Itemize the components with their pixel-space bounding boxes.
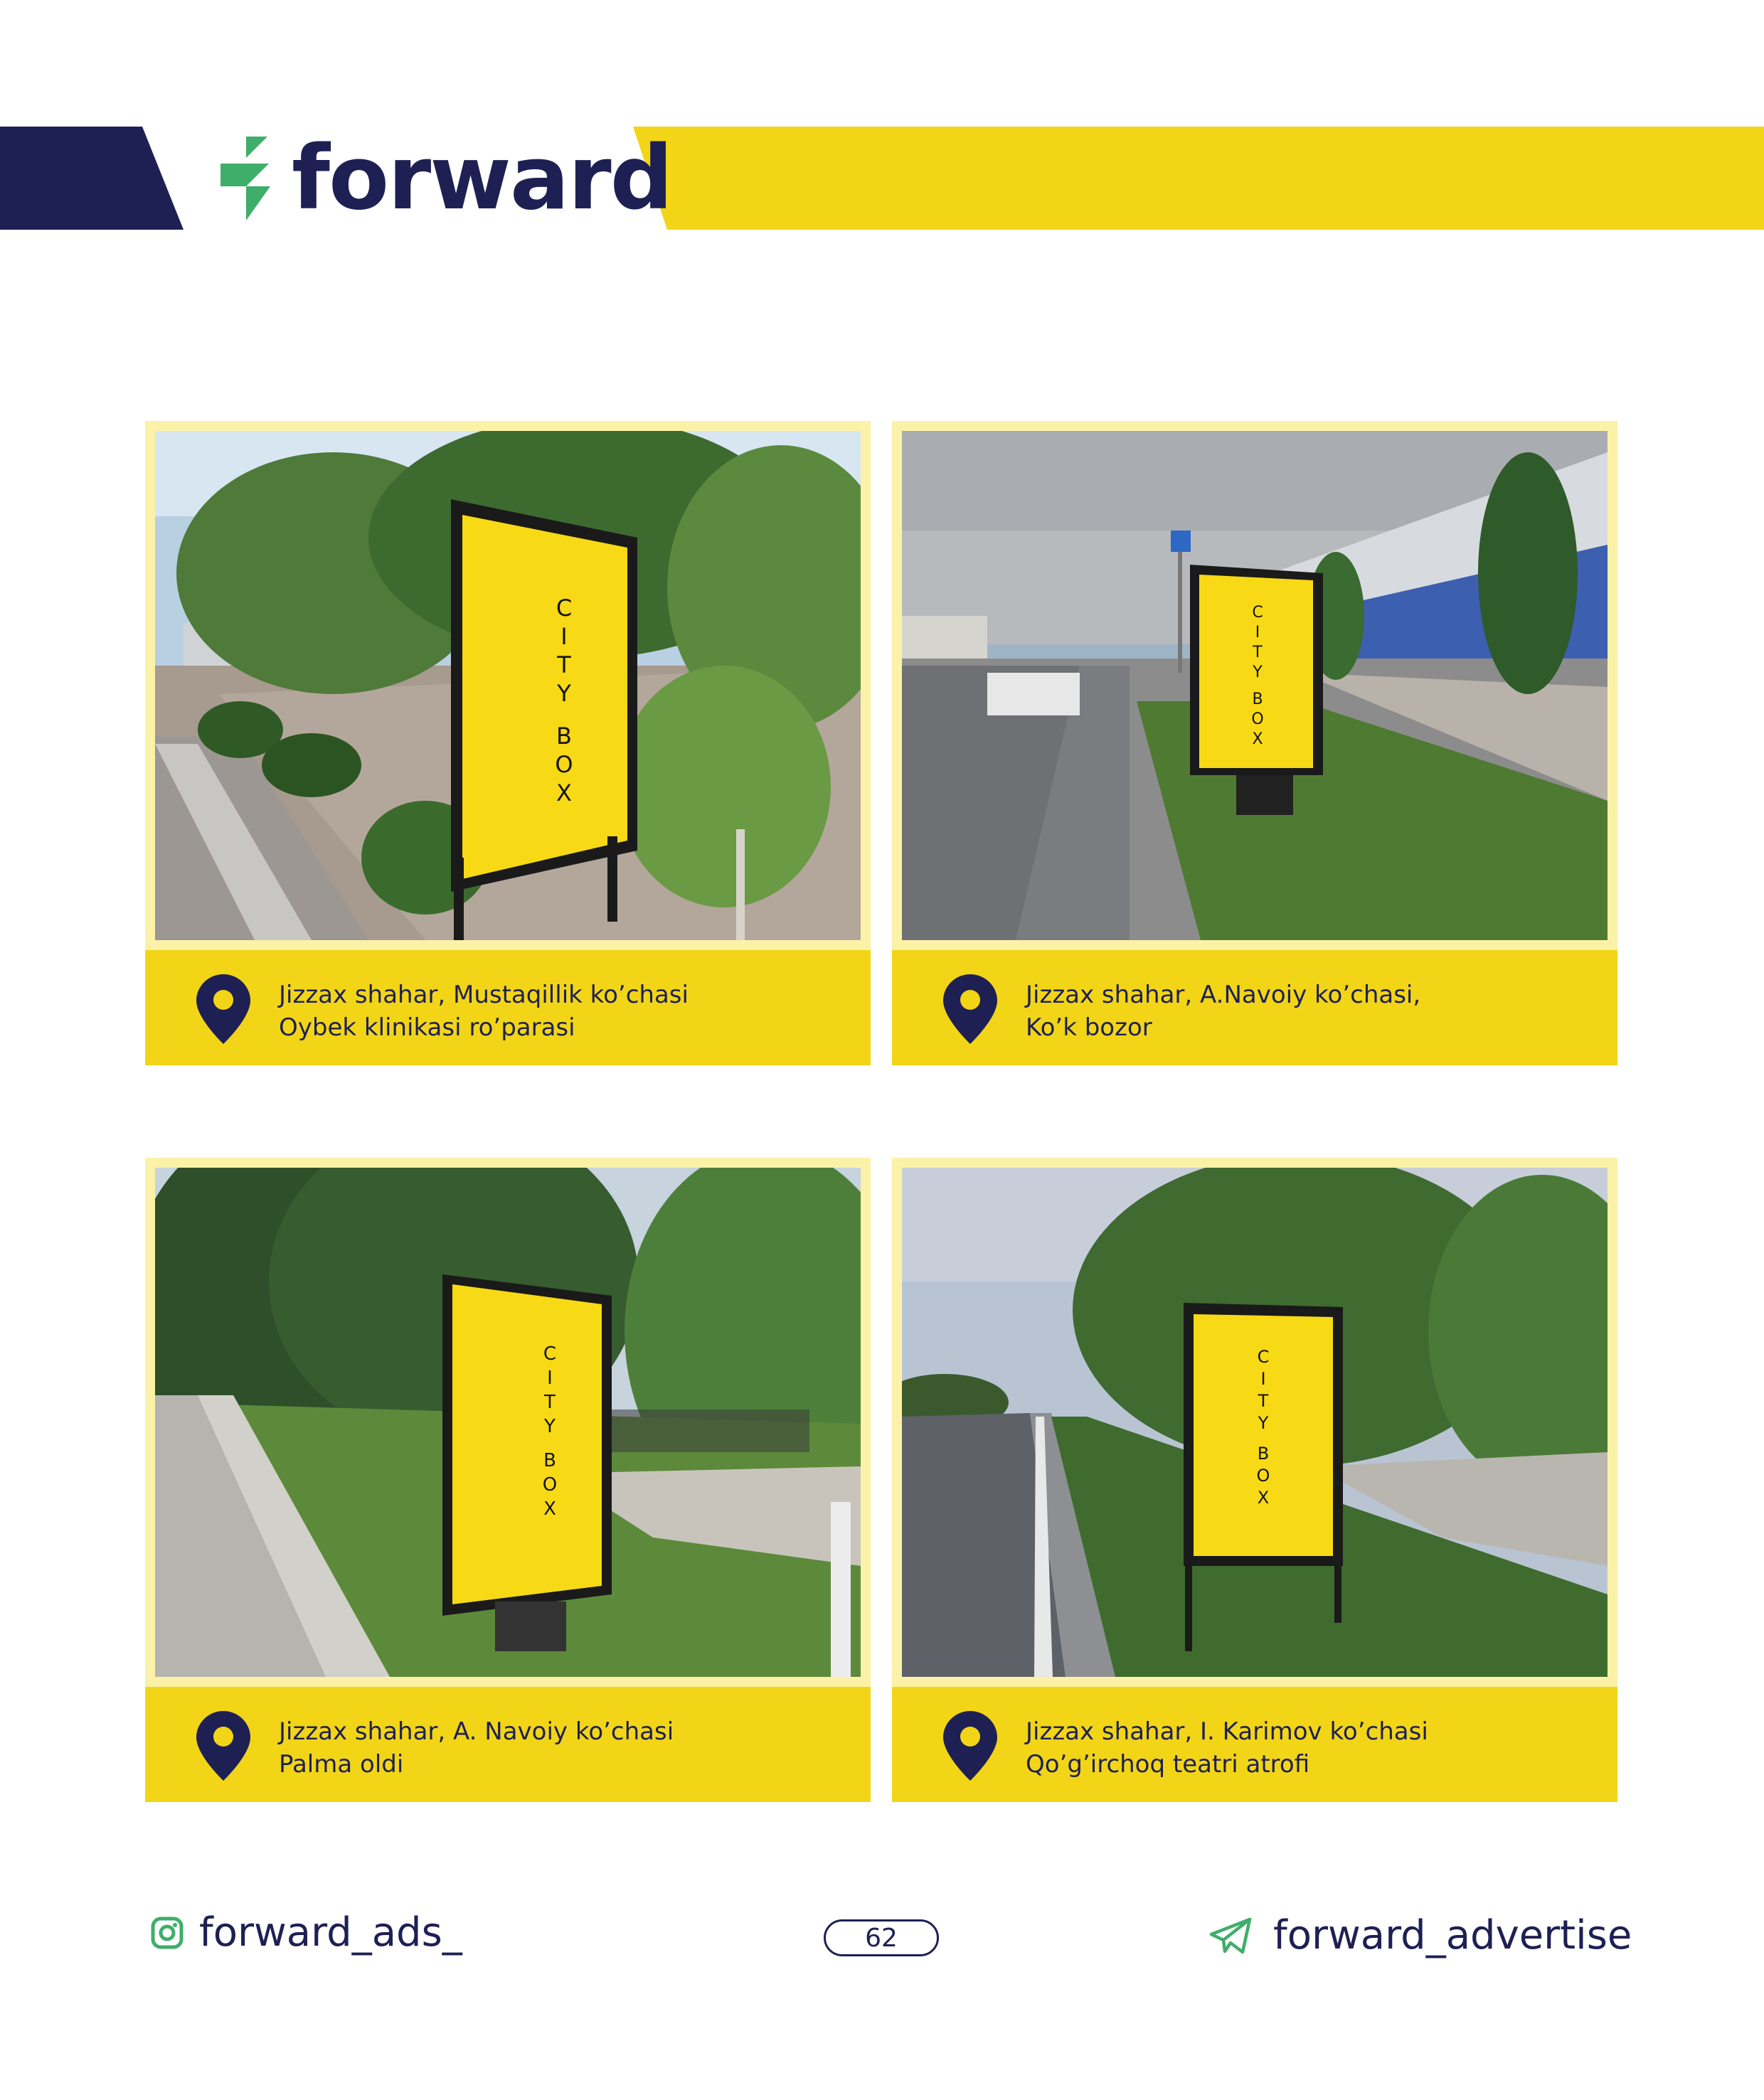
header-navy-band xyxy=(0,127,184,230)
billboard-card-4: C I T Y B O X Jizzax shahar, I. Karimov … xyxy=(892,1158,1617,1802)
sign-letter: I xyxy=(1260,1369,1265,1389)
sign-letter: Y xyxy=(543,1416,556,1437)
sign-letter: O xyxy=(1251,710,1263,728)
location-line-1: Jizzax shahar, A. Navoiy ko’chasi xyxy=(279,1717,674,1746)
telegram-icon xyxy=(1209,1917,1252,1954)
location-line-1: Jizzax shahar, A.Navoiy ko’chasi, xyxy=(1026,981,1421,1009)
billboard-photo-3: C I T Y B O X xyxy=(155,1168,861,1677)
sign-letter: X xyxy=(1258,1488,1269,1508)
location-text: Jizzax shahar, I. Karimov ko’chasi Qo’g’… xyxy=(1026,1715,1428,1781)
billboard-photo-2: C I T Y B O X xyxy=(902,431,1608,940)
brand-logo: forward xyxy=(218,127,673,230)
map-pin-icon xyxy=(943,1711,997,1781)
sign-letter: Y xyxy=(1252,663,1263,681)
sign-letter: T xyxy=(556,651,571,678)
billboard-photo-1: C I T Y B O X xyxy=(155,431,861,940)
header-yellow-band xyxy=(633,127,1764,230)
location-line-2: Palma oldi xyxy=(279,1750,404,1779)
sign-letter: C xyxy=(1258,1347,1270,1367)
sign-letter: T xyxy=(1252,644,1263,661)
location-line-1: Jizzax shahar, I. Karimov ko’chasi xyxy=(1026,1717,1428,1746)
map-pin-icon xyxy=(196,974,250,1044)
location-caption: Jizzax shahar, I. Karimov ko’chasi Qo’g’… xyxy=(892,1687,1617,1802)
instagram-icon xyxy=(151,1917,184,1949)
location-text: Jizzax shahar, A. Navoiy ko’chasi Palma … xyxy=(279,1715,674,1781)
sign-letter: I xyxy=(560,623,567,650)
location-text: Jizzax shahar, Mustaqillik ko’chasi Oybe… xyxy=(279,979,689,1044)
telegram-handle: forward_advertise xyxy=(1273,1912,1632,1958)
instagram-handle: forward_ads_ xyxy=(199,1909,462,1956)
sign-letter: O xyxy=(555,751,573,778)
sign-letter: B xyxy=(1252,691,1263,708)
location-line-1: Jizzax shahar, Mustaqillik ko’chasi xyxy=(279,981,689,1009)
sign-letter: I xyxy=(547,1368,553,1389)
page-number: 62 xyxy=(865,1923,898,1953)
location-line-2: Qo’g’irchoq teatri atrofi xyxy=(1026,1750,1310,1779)
sign-letter: X xyxy=(556,779,572,806)
billboard-card-3: C I T Y B O X Jizzax shahar, A. Navoiy k… xyxy=(145,1158,871,1802)
sign-letter: C xyxy=(1252,604,1263,622)
sign-letter: B xyxy=(543,1450,556,1471)
sign-letter: Y xyxy=(1258,1413,1269,1433)
billboard-card-2: C I T Y B O X Jizzax shahar, A.Navoiy ko… xyxy=(892,421,1617,1065)
location-text: Jizzax shahar, A.Navoiy ko’chasi, Ko’k b… xyxy=(1026,979,1420,1044)
sign-letter: C xyxy=(556,595,572,622)
instagram-link[interactable]: forward_ads_ xyxy=(151,1913,462,1953)
sign-letter: O xyxy=(543,1474,557,1496)
map-pin-icon xyxy=(196,1711,250,1781)
billboard-card-1: C I T Y B O X Jizzax shahar, Mustaqillik… xyxy=(145,421,871,1065)
sign-letter: B xyxy=(556,723,572,750)
location-caption: Jizzax shahar, Mustaqillik ko’chasi Oybe… xyxy=(145,950,871,1065)
location-line-2: Oybek klinikasi ro’parasi xyxy=(279,1013,575,1042)
location-line-2: Ko’k bozor xyxy=(1026,1013,1152,1042)
sign-letter: B xyxy=(1258,1444,1269,1464)
location-caption: Jizzax shahar, A. Navoiy ko’chasi Palma … xyxy=(145,1687,871,1802)
sign-letter: I xyxy=(1255,624,1260,641)
telegram-link[interactable]: forward_advertise xyxy=(1209,1916,1632,1956)
brand-name: forward xyxy=(292,127,673,230)
sign-letter: C xyxy=(543,1343,556,1365)
sign-letter: T xyxy=(1258,1391,1269,1411)
sign-letter: X xyxy=(543,1498,556,1520)
page-number-badge: 62 xyxy=(824,1919,939,1956)
billboard-photo-4: C I T Y B O X xyxy=(902,1168,1608,1677)
forward-logo-icon xyxy=(220,137,270,220)
map-pin-icon xyxy=(943,974,997,1044)
sign-letter: O xyxy=(1257,1466,1270,1486)
sign-letter: Y xyxy=(556,680,571,707)
location-caption: Jizzax shahar, A.Navoiy ko’chasi, Ko’k b… xyxy=(892,950,1617,1065)
sign-letter: X xyxy=(1252,730,1263,748)
sign-letter: T xyxy=(543,1392,556,1413)
